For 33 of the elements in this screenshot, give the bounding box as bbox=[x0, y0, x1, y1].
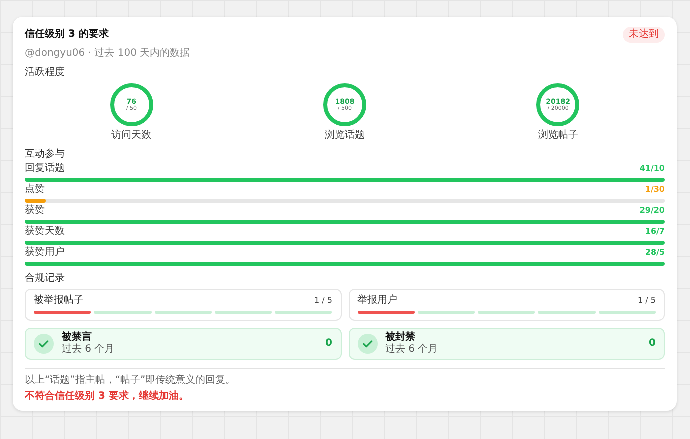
check-icon bbox=[358, 334, 378, 354]
bar-label: 获赞天数 bbox=[25, 226, 65, 238]
status-count: 0 bbox=[649, 338, 656, 350]
verdict-text: 不符合信任级别 3 要求，继续加油。 bbox=[25, 391, 190, 403]
status-subtitle: 过去 6 个月 bbox=[62, 344, 116, 356]
bar-reading: 28/5 bbox=[645, 247, 665, 259]
ring-label: 访问天数 bbox=[112, 130, 152, 142]
bar-label: 获赞用户 bbox=[25, 247, 65, 259]
section-heading: 合规记录 bbox=[25, 273, 66, 285]
status-badge: 未达到 bbox=[623, 27, 665, 43]
ring-label: 浏览帖子 bbox=[538, 130, 578, 142]
ring-label: 浏览话题 bbox=[324, 130, 365, 142]
bar-reading: 29/20 bbox=[640, 205, 665, 217]
status-title: 被封禁 bbox=[386, 332, 416, 344]
card-title: 信任级别 3 的要求 bbox=[25, 29, 109, 41]
bar-label: 获赞 bbox=[25, 205, 45, 217]
status-count: 0 bbox=[326, 338, 332, 350]
check-icon bbox=[34, 334, 54, 354]
status-title: 被禁言 bbox=[62, 332, 93, 344]
section-heading: 活跃程度 bbox=[25, 67, 66, 79]
report-label: 举报用户 bbox=[358, 295, 398, 307]
card-subtitle: @dongyu06 · 过去 100 天内的数据 bbox=[25, 48, 192, 60]
report-count: 1 / 5 bbox=[638, 295, 656, 307]
section-heading: 互动参与 bbox=[25, 149, 66, 161]
bar-label: 回复话题 bbox=[25, 163, 65, 175]
status-subtitle: 过去 6 个月 bbox=[386, 344, 440, 356]
bar-reading: 16/7 bbox=[645, 226, 665, 238]
bar-reading: 41/10 bbox=[640, 163, 665, 175]
report-count: 1 / 5 bbox=[314, 295, 332, 307]
bar-reading: 1/30 bbox=[645, 184, 665, 196]
bar-label: 点赞 bbox=[25, 184, 45, 196]
report-label: 被举报帖子 bbox=[34, 295, 84, 307]
footnote: 以上“话题”指主帖，“帖子”即传统意义的回复。 bbox=[25, 375, 237, 387]
